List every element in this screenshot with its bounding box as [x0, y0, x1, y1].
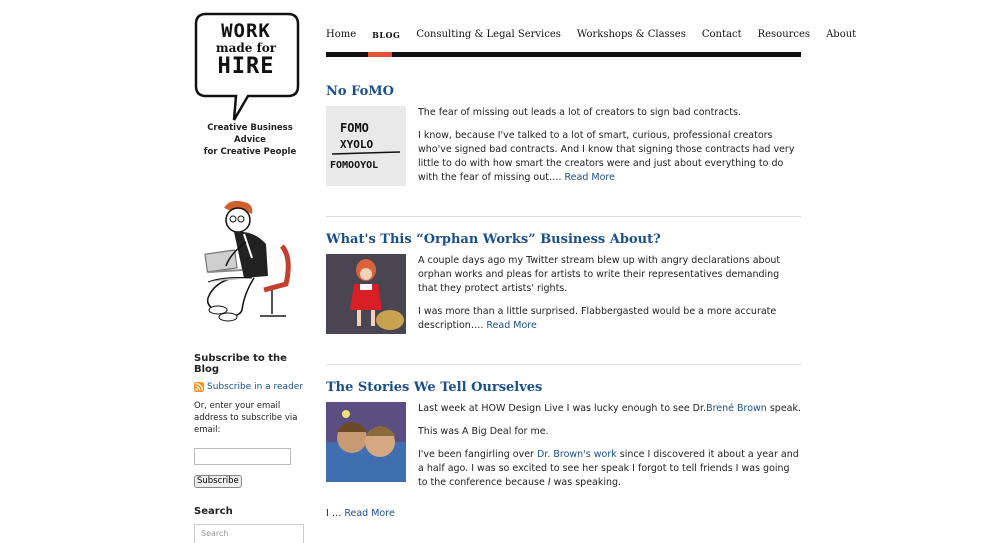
blog-post: The Stories We Tell Ourselves Last week … — [326, 380, 801, 499]
rss-icon[interactable] — [194, 382, 204, 392]
post-excerpt: I've been fangirling over Dr. Brown's wo… — [418, 448, 801, 490]
nav-workshops[interactable]: Workshops & Classes — [577, 29, 686, 40]
post-thumbnail[interactable] — [326, 402, 406, 482]
post-title-link[interactable]: No FoMO — [326, 84, 801, 99]
post-title-link[interactable]: The Stories We Tell Ourselves — [326, 380, 801, 395]
sidebar: WORK made for HIRE Creative Business Adv… — [194, 12, 306, 543]
nav-home[interactable]: Home — [326, 29, 356, 40]
post-excerpt-text: I was more than a little surprised. Flab… — [418, 306, 777, 331]
post-excerpt-text: was speaking. — [550, 477, 622, 488]
logo-line-3: HIRE — [217, 54, 275, 79]
nav-contact[interactable]: Contact — [702, 29, 742, 40]
rss-subscribe-row[interactable]: Subscribe in a reader — [194, 382, 306, 392]
search-heading: Search — [194, 506, 233, 517]
post-excerpt-text: Last week at HOW Design Live I was lucky… — [418, 403, 707, 414]
dr-brown-work-link[interactable]: Dr. Brown's work — [537, 449, 617, 460]
thumb-text-2: XYOLO — [340, 138, 373, 151]
nav-underline-bar — [326, 52, 801, 57]
tagline-line-1: Creative Business Advice — [207, 123, 293, 145]
post-divider — [326, 216, 801, 217]
read-more-link[interactable]: Read More — [486, 320, 536, 331]
tagline-line-2: for Creative People — [203, 147, 297, 157]
post-title-link[interactable]: What's This “Orphan Works” Business Abou… — [326, 232, 801, 247]
read-more-link[interactable]: Read More — [344, 508, 394, 519]
post-thumbnail[interactable] — [326, 254, 406, 334]
post-excerpt-text: speak. — [766, 403, 802, 414]
post-divider — [326, 364, 801, 365]
main-nav: Home BLOG Consulting & Legal Services Wo… — [326, 26, 856, 58]
nav-consulting[interactable]: Consulting & Legal Services — [416, 29, 561, 40]
search-input[interactable]: Search — [194, 524, 304, 543]
read-more-link[interactable]: Read More — [565, 172, 615, 183]
post-thumbnail[interactable]: FOMO XYOLO FOMOOYOL — [326, 106, 406, 186]
post-excerpt: I know, because I've talked to a lot of … — [418, 129, 801, 185]
author-illustration — [204, 200, 291, 322]
thumb-text-1: FOMO — [340, 121, 369, 135]
post-excerpt: Last week at HOW Design Live I was lucky… — [418, 402, 801, 416]
subscribe-heading: Subscribe to the Blog — [194, 353, 287, 375]
email-subscribe-text: Or, enter your email address to subscrib… — [194, 401, 298, 435]
subscribe-button[interactable]: Subscribe — [194, 475, 242, 488]
nav-blog[interactable]: BLOG — [372, 30, 400, 40]
post-excerpt: A couple days ago my Twitter stream blew… — [418, 255, 781, 294]
post-excerpt: I was more than a little surprised. Flab… — [418, 305, 801, 333]
nav-about: About — [826, 29, 857, 40]
blog-post: What's This “Orphan Works” Business Abou… — [326, 232, 801, 342]
site-tagline: Creative Business Advice for Creative Pe… — [194, 122, 306, 158]
post-tail: I … Read More — [326, 507, 395, 521]
rss-subscribe-link[interactable]: Subscribe in a reader — [207, 382, 303, 392]
nav-resources[interactable]: Resources — [758, 29, 810, 40]
thumb-text-3: FOMOOYOL — [330, 160, 378, 171]
email-field[interactable] — [194, 448, 291, 465]
post-excerpt: The fear of missing out leads a lot of c… — [418, 107, 741, 118]
brene-brown-link[interactable]: Brené Brown — [706, 403, 767, 414]
nav-active-indicator — [368, 52, 392, 57]
post-excerpt-text: I've been fangirling over — [418, 449, 537, 460]
logo-line-2: made for — [215, 41, 277, 55]
site-logo[interactable]: WORK made for HIRE — [194, 12, 300, 122]
logo-line-1: WORK — [221, 20, 271, 42]
blog-post: No FoMO FOMO XYOLO FOMOOYOL The fear of … — [326, 84, 801, 194]
post-excerpt: This was A Big Deal for me. — [418, 426, 549, 437]
post-excerpt-text: I … — [326, 508, 345, 519]
logo-wordmark: WORK made for HIRE — [200, 22, 292, 78]
